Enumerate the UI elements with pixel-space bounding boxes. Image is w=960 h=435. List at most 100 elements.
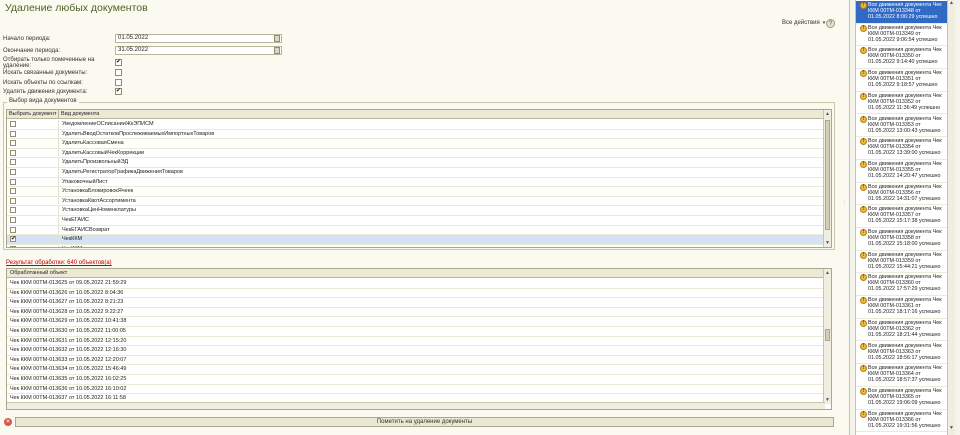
calendar-icon[interactable] xyxy=(274,35,280,42)
result-link[interactable]: Результат обработки: 640 объектов(а) xyxy=(6,260,112,266)
start-period-value: 01.05.2022 xyxy=(118,35,149,41)
row-checkbox[interactable] xyxy=(10,188,16,195)
search-related-checkbox[interactable] xyxy=(115,69,122,76)
horizontal-scrollbar[interactable] xyxy=(7,402,825,409)
message-line: 01.05.2022 13:00:43 успешно xyxy=(868,127,941,134)
scroll-thumb[interactable] xyxy=(825,120,830,230)
processed-table[interactable]: Обработанный объект Чек ККМ 00ТМ-013625 … xyxy=(6,268,832,410)
scroll-down-icon[interactable]: ▼ xyxy=(824,396,831,404)
doc-type-cell: УдалитьВводОстатковПрослеживаемыхИмпортн… xyxy=(62,130,215,137)
message-item[interactable]: ! Все движения документа Чек ККМ 00ТМ-0133… xyxy=(856,273,947,297)
table-row[interactable]: Чек ККМ 00ТМ-013626 от 10.05.2022 8:04:3… xyxy=(7,289,825,299)
table-row[interactable]: Чек ККМ 00ТМ-013629 от 10.05.2022 10:41:… xyxy=(7,317,825,327)
row-checkbox[interactable] xyxy=(10,226,16,233)
scroll-up-icon[interactable]: ▲ xyxy=(824,269,831,277)
message-item[interactable]: ! Все движения документа Чек ККМ 00ТМ-0133… xyxy=(856,228,947,251)
message-text: Все движения документа Чек ККМ 00ТМ-01336… xyxy=(868,320,946,338)
message-item[interactable]: ! Все движения документа Чек ККМ 00ТМ-0133… xyxy=(856,92,947,115)
table-row[interactable]: Чек ККМ 00ТМ-013630 от 10.05.2022 11:00:… xyxy=(7,327,825,337)
message-item[interactable]: ! Все движения документа Чек ККМ 00ТМ-0133… xyxy=(856,410,947,433)
table-row[interactable]: УдалитьВводОстатковПрослеживаемыхИмпортн… xyxy=(7,129,825,140)
delete-movements-checkbox[interactable]: ✔ xyxy=(115,88,122,95)
table-row[interactable]: УстановкаБлокировокЯчеек xyxy=(7,187,825,197)
message-item[interactable]: ! Все движения документа Чек ККМ 00ТМ-0133… xyxy=(856,24,947,47)
row-checkbox[interactable] xyxy=(10,168,16,175)
scroll-down-icon[interactable]: ▼ xyxy=(824,239,831,247)
message-item[interactable]: ! Все движения документа Чек ККМ 00ТМ-0133… xyxy=(856,1,947,24)
doc-type-scrollbar[interactable]: ▲ ▼ xyxy=(823,110,831,247)
table-row[interactable]: Чек ККМ 00ТМ-013625 от 09.05.2022 21:59:… xyxy=(7,279,825,289)
message-line: 01.05.2022 18:21:44 успешно xyxy=(868,331,941,338)
message-item[interactable]: ! Все движения документа Чек ККМ 00ТМ-0133… xyxy=(856,205,947,228)
message-item[interactable]: ! Все движения документа Чек ККМ 00ТМ-0133… xyxy=(856,69,947,92)
message-item[interactable]: ! Все движения документа Чек ККМ 00ТМ-0133… xyxy=(856,364,947,387)
mark-for-deletion-button[interactable]: Пометить на удаление документы xyxy=(15,417,834,427)
row-checkbox[interactable] xyxy=(10,130,16,137)
row-checkbox[interactable] xyxy=(10,140,16,147)
all-actions-menu[interactable]: Все действия ▾ xyxy=(782,20,825,26)
message-item[interactable]: ! Все движения документа Чек ККМ 00ТМ-0133… xyxy=(856,296,947,319)
table-row[interactable]: ЧекЕГАИСВозврат xyxy=(7,225,825,236)
table-row[interactable]: УдалитьКассоваяСмена xyxy=(7,139,825,149)
scroll-up-icon[interactable]: ▲ xyxy=(948,0,955,8)
table-row[interactable]: УстановкаКвотАссортимента xyxy=(7,196,825,207)
column-header-type[interactable]: Вид документа xyxy=(59,110,825,118)
doc-type-cell: УдалитьРегистраторГрафикаДвиженияТоваров xyxy=(62,168,183,175)
calendar-icon[interactable] xyxy=(274,47,280,54)
scroll-thumb[interactable] xyxy=(825,329,830,341)
start-period-input[interactable]: 01.05.2022 xyxy=(115,34,282,43)
row-checkbox[interactable] xyxy=(10,197,16,204)
help-icon[interactable]: ? xyxy=(826,19,835,28)
table-row[interactable]: Чек ККМ 00ТМ-013628 от 10.05.2022 9:22:2… xyxy=(7,308,825,318)
table-row[interactable]: УдалитьКассовыйЧекКоррекции xyxy=(7,148,825,159)
message-line: Все движения документа Чек xyxy=(868,410,942,417)
message-item[interactable]: ! Все движения документа Чек ККМ 00ТМ-0133… xyxy=(856,115,947,138)
table-row[interactable]: УпаковочныйЛист xyxy=(7,177,825,188)
message-item[interactable]: ! Все движения документа Чек ККМ 00ТМ-0133… xyxy=(856,319,947,342)
messages-scrollbar[interactable]: ▲ ▼ xyxy=(947,0,955,435)
doc-type-table[interactable]: Выбрать документ Вид документа Уведомлен… xyxy=(6,109,832,248)
row-checkbox[interactable] xyxy=(10,159,16,166)
table-row[interactable]: Чек ККМ 00ТМ-013633 от 10.05.2022 12:20:… xyxy=(7,356,825,366)
only-marked-checkbox[interactable]: ✔ xyxy=(115,59,122,66)
message-item[interactable]: ! Все движения документа Чек ККМ 00ТМ-0133… xyxy=(856,160,947,183)
message-item[interactable]: ! Все движения документа Чек ККМ 00ТМ-0133… xyxy=(856,387,947,410)
row-checkbox[interactable] xyxy=(10,121,16,127)
table-row[interactable]: Чек ККМ 00ТМ-013631 от 10.05.2022 12:15:… xyxy=(7,337,825,347)
row-checkbox[interactable] xyxy=(10,149,16,156)
row-checkbox[interactable] xyxy=(10,245,16,247)
row-checkbox[interactable] xyxy=(10,207,16,214)
message-item[interactable]: ! Все движения документа Чек ККМ 00ТМ-0133… xyxy=(856,342,947,365)
scroll-down-icon[interactable]: ▼ xyxy=(948,425,955,433)
message-item[interactable]: ! Все движения документа Чек ККМ 00ТМ-0133… xyxy=(856,251,947,274)
table-row[interactable]: УдалитьРегистраторГрафикаДвиженияТоваров xyxy=(7,167,825,178)
start-period-label: Начало периода: xyxy=(3,35,51,42)
message-item[interactable]: ! Все движения документа Чек ККМ 00ТМ-0133… xyxy=(856,183,947,206)
scroll-up-icon[interactable]: ▲ xyxy=(824,110,831,118)
column-header-processed[interactable]: Обработанный объект xyxy=(7,269,825,277)
row-checkbox[interactable] xyxy=(10,178,16,185)
table-row[interactable]: Чек ККМ 00ТМ-013636 от 10.05.2022 16:10:… xyxy=(7,385,825,395)
processed-scrollbar[interactable]: ▲ ▼ xyxy=(823,269,831,404)
table-row[interactable]: Чек ККМ 00ТМ-013627 от 10.05.2022 8:21:2… xyxy=(7,298,825,308)
table-row[interactable]: Чек ККМ 00ТМ-013632 от 10.05.2022 12:16:… xyxy=(7,346,825,356)
table-row[interactable]: Чек ККМ 00ТМ-013634 от 10.05.2022 15:46:… xyxy=(7,365,825,375)
table-row[interactable]: УстановкаЦенНоменклатуры xyxy=(7,206,825,216)
table-row[interactable]: ЧекККМ... xyxy=(7,244,825,247)
message-text: Все движения документа Чек ККМ 00ТМ-01336… xyxy=(868,297,946,315)
table-row[interactable]: Чек ККМ 00ТМ-013635 от 10.05.2022 16:02:… xyxy=(7,375,825,385)
splitter-handle[interactable]: ⋮ xyxy=(842,200,847,220)
search-by-links-checkbox[interactable] xyxy=(115,79,122,86)
message-item[interactable]: ! Все движения документа Чек ККМ 00ТМ-0133… xyxy=(856,46,947,70)
table-row[interactable]: УведомлениеОСписанииЖкЭПИСМ xyxy=(7,120,825,130)
column-header-select[interactable]: Выбрать документ xyxy=(7,110,59,118)
row-checkbox[interactable] xyxy=(10,216,16,223)
table-row[interactable]: ✔ ЧекККМ xyxy=(7,235,825,245)
message-item[interactable]: ! Все движения документа Чек ККМ 00ТМ-0133… xyxy=(856,137,947,160)
table-row[interactable]: УдалитьПроизвольныйЭД xyxy=(7,158,825,168)
end-period-input[interactable]: 31.05.2022 xyxy=(115,46,282,55)
row-checkbox[interactable]: ✔ xyxy=(10,236,16,243)
message-line: 01.05.2022 18:57:37 успешно xyxy=(868,377,941,384)
select-cell xyxy=(7,187,59,196)
table-row[interactable]: ЧекЕГАИС xyxy=(7,215,825,226)
